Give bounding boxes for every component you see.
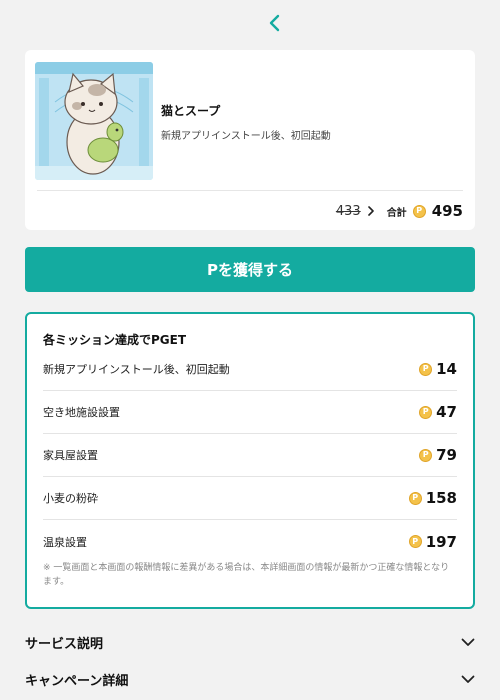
mission-row: 新規アプリインストール後、初回起動 P 14 [43,348,457,391]
coin-icon: P [419,405,433,419]
coin-icon: P [408,491,422,505]
accordion-label: サービス説明 [25,636,104,652]
app-thumbnail[interactable] [35,62,153,180]
app-subtitle: 新規アプリインストール後、初回起動 [161,131,331,142]
mission-row: 温泉設置 P 197 [43,520,457,563]
divider [37,190,463,191]
mission-reward: P 197 [408,532,457,551]
total-points: 495 [431,202,463,220]
coin-icon: P [419,448,433,462]
mission-points: 197 [425,532,457,551]
arrow-right-icon [367,206,375,216]
back-button[interactable] [262,10,288,36]
mission-row: 空き地施設設置 P 47 [43,391,457,434]
mission-row: 家具屋設置 P 79 [43,434,457,477]
mission-name: 空き地施設設置 [43,406,120,419]
campaign-details-toggle[interactable]: キャンペーン詳細 [25,666,475,692]
mission-points: 158 [425,489,457,507]
mission-list: 新規アプリインストール後、初回起動 P 14 空き地施設設置 P 47 家具屋設… [43,348,457,563]
mission-points: 79 [436,446,457,464]
mission-reward: P 14 [419,360,457,378]
get-points-button[interactable]: Pを獲得する [25,247,475,292]
old-points: 433 [335,203,361,219]
service-description-toggle[interactable]: サービス説明 [25,629,475,655]
coin-icon: P [408,535,422,548]
mission-name: 小麦の粉砕 [43,492,98,505]
chevron-down-icon [461,638,475,646]
mission-points: 14 [436,360,457,378]
mission-name: 新規アプリインストール後、初回起動 [43,363,230,376]
coin-icon: P [419,362,433,376]
chevron-down-icon [461,675,475,683]
disclaimer: ※ 一覧画面と本画面の報酬情報に差異がある場合は、本詳細画面の情報が最新かつ正確… [43,563,450,587]
mission-name: 家具屋設置 [43,449,98,462]
missions-panel: 各ミッション達成でPGET 新規アプリインストール後、初回起動 P 14 空き地… [25,312,475,609]
points-summary: 433 合計 P 495 [336,200,463,222]
chevron-left-icon [269,14,280,32]
mission-row: 小麦の粉砕 P 158 [43,477,457,520]
mission-reward: P 158 [408,489,457,507]
mission-points: 47 [436,403,457,421]
app-card: 猫とスープ 新規アプリインストール後、初回起動 433 合計 P 495 [25,50,475,230]
app-title: 猫とスープ [161,104,221,118]
app-info: 猫とスープ 新規アプリインストール後、初回起動 [161,102,331,142]
mission-reward: P 79 [419,446,457,464]
mission-name: 温泉設置 [43,535,87,549]
missions-heading: 各ミッション達成でPGET [43,333,187,347]
total-label: 合計 [386,207,407,219]
mission-reward: P 47 [419,403,457,421]
page: 猫とスープ 新規アプリインストール後、初回起動 433 合計 P 495 Pを獲… [0,0,500,700]
coin-icon: P [412,204,426,218]
accordion-label: キャンペーン詳細 [25,673,129,689]
